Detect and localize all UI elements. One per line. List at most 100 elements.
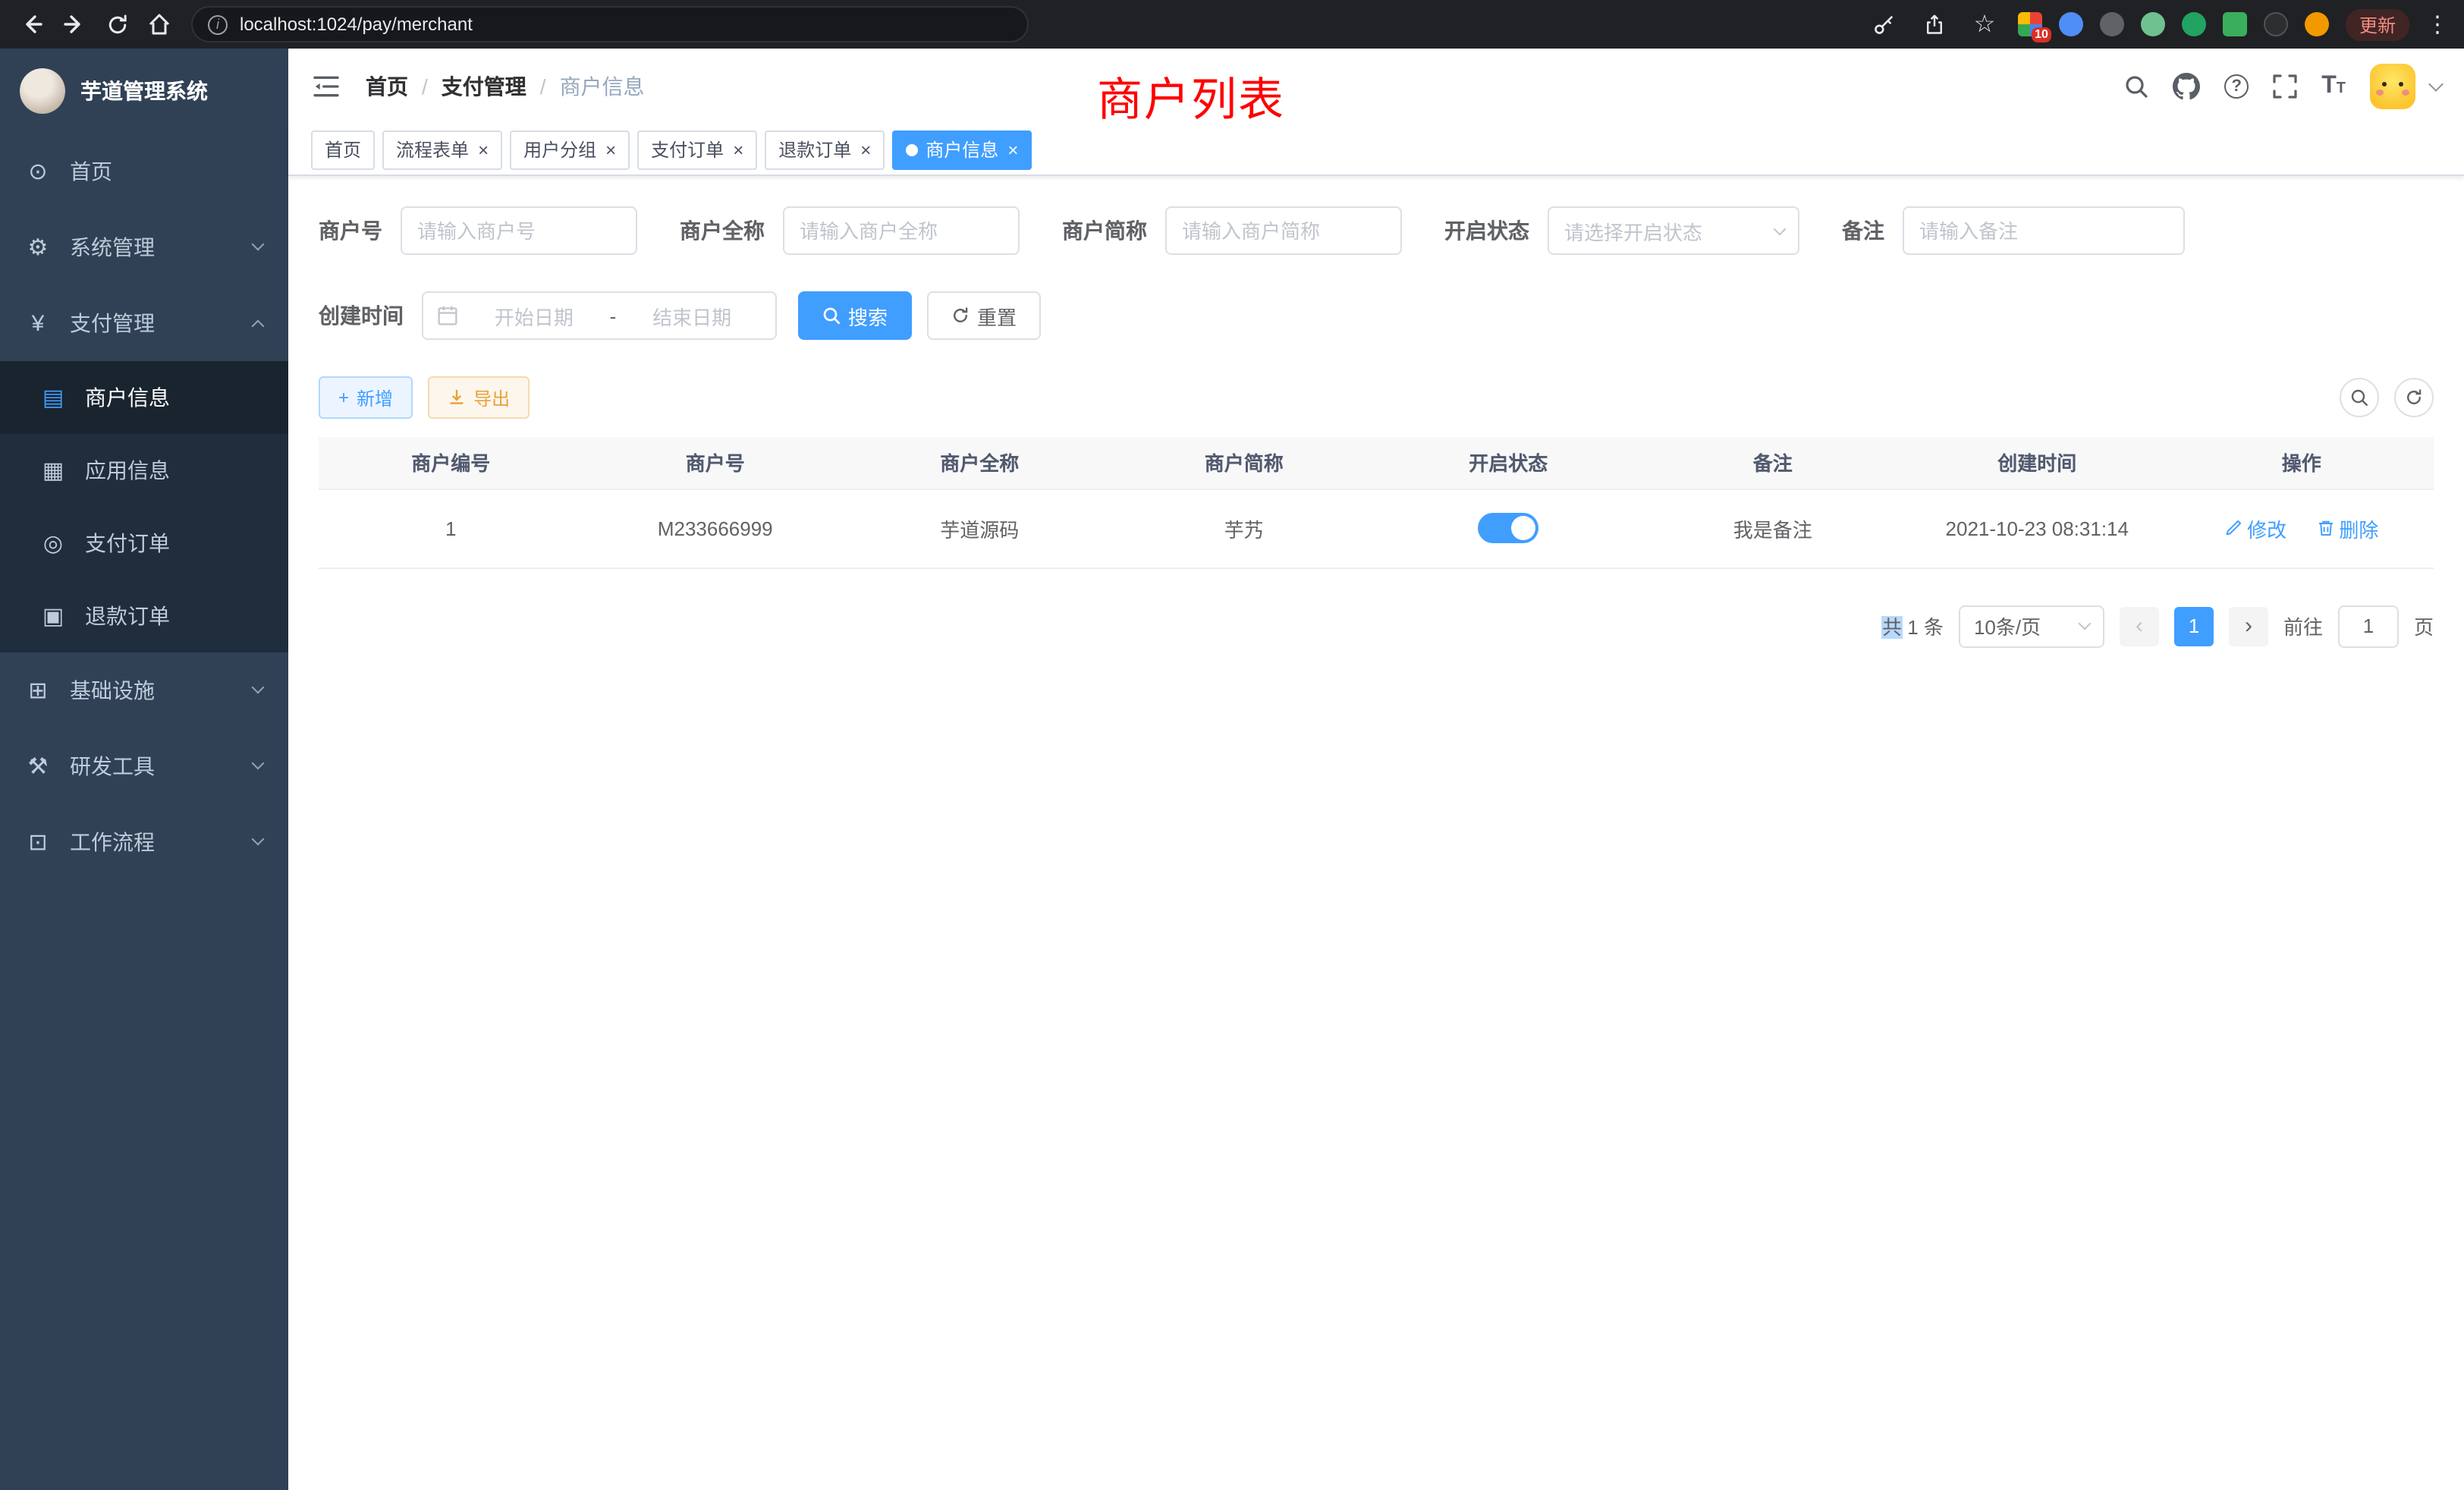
tab-user-group[interactable]: 用户分组 × [510,130,630,169]
close-icon[interactable]: × [860,140,871,159]
bookmark-star-icon[interactable]: ☆ [1968,8,2001,41]
sidebar-item-home[interactable]: ⊙ 首页 [0,134,288,209]
sidebar-item-merchant-info[interactable]: ▤ 商户信息 [0,361,288,434]
target-icon: ◎ [39,530,67,557]
app-logo[interactable]: 芋道管理系统 [0,49,288,134]
document-icon: ▣ [39,602,67,630]
github-icon[interactable] [2173,73,2200,100]
font-size-small-glyph: T [2337,80,2346,97]
avatar-dropdown-caret-icon[interactable] [2428,76,2444,91]
close-icon[interactable]: × [1007,140,1018,159]
back-icon[interactable] [15,8,49,41]
date-separator: - [610,304,617,327]
extension-icon-grid[interactable]: 10 [2018,12,2042,36]
status-toggle[interactable] [1478,513,1538,543]
tab-pay-orders[interactable]: 支付订单 × [637,130,757,169]
sidebar-item-label: 首页 [70,156,112,187]
merchant-no-input[interactable] [401,206,637,255]
yen-icon: ¥ [24,310,52,336]
close-icon[interactable]: × [733,140,743,159]
top-navbar: 首页 / 支付管理 / 商户信息 商户列表 ? [288,49,2464,124]
breadcrumb-home[interactable]: 首页 [366,71,408,102]
extension-icon-avatar-orange[interactable] [2305,12,2329,36]
add-button[interactable]: + 新增 [319,376,413,419]
share-icon[interactable] [1918,8,1951,41]
search-icon[interactable] [2124,74,2148,99]
goto-label: 前往 [2283,611,2323,640]
chrome-actions: ☆ 10 更新 ⋮ [1868,8,2449,41]
avatar-cheek [2376,90,2384,96]
refresh-icon[interactable] [2394,378,2434,417]
sidebar-item-system[interactable]: ⚙ 系统管理 [0,209,288,285]
status-select[interactable]: 请选择开启状态 [1548,206,1799,255]
reset-button[interactable]: 重置 [927,291,1041,340]
forward-icon[interactable] [58,8,91,41]
tools-icon: ⚒ [24,753,52,780]
extension-icon-check[interactable] [2182,12,2206,36]
prev-page-button[interactable]: ‹ [2120,606,2159,646]
chevron-down-icon [1774,222,1787,235]
search-button[interactable]: 搜索 [798,291,912,340]
short-name-input[interactable] [1165,206,1402,255]
extension-icon-pinwheel[interactable] [2264,12,2288,36]
browser-window: i localhost:1024/pay/merchant ☆ 10 更新 ⋮ [0,0,2464,1490]
active-tab-dot [906,143,918,156]
help-icon[interactable]: ? [2224,74,2249,99]
tab-home[interactable]: 首页 [311,130,375,169]
breadcrumb-payment[interactable]: 支付管理 [442,71,526,102]
tags-view-bar: 首页 流程表单 × 用户分组 × 支付订单 × 退款订单 × [288,124,2464,176]
fullscreen-icon[interactable] [2273,74,2297,99]
extension-icon-avatar-green[interactable] [2141,12,2165,36]
sidebar-item-workflow[interactable]: ⊡ 工作流程 [0,804,288,880]
sidebar-item-pay-orders[interactable]: ◎ 支付订单 [0,507,288,580]
browser-menu-icon[interactable]: ⋮ [2426,11,2449,38]
reload-icon[interactable] [100,8,134,41]
site-info-icon[interactable]: i [208,14,228,34]
col-short-name: 商户简称 [1112,437,1377,489]
col-actions: 操作 [2170,437,2434,489]
full-name-input[interactable] [783,206,1020,255]
sidebar-item-devtools[interactable]: ⚒ 研发工具 [0,728,288,804]
extension-icon-dark[interactable] [2100,12,2124,36]
edit-link[interactable]: 修改 [2224,514,2286,542]
extension-icon-notes[interactable] [2223,12,2247,36]
close-icon[interactable]: × [478,140,489,159]
tab-process-form[interactable]: 流程表单 × [382,130,502,169]
briefcase-icon: ⊡ [24,828,52,856]
page-number-button[interactable]: 1 [2174,606,2214,646]
filter-status: 开启状态 请选择开启状态 [1444,206,1799,255]
pagination: 共 1 条 10条/页 ‹ 1 › 前往 页 [319,605,2434,647]
font-size-icon[interactable]: TT [2321,73,2346,100]
filter-label: 开启状态 [1444,215,1529,246]
select-placeholder: 请选择开启状态 [1564,216,1702,245]
toggle-search-icon[interactable] [2340,378,2379,417]
sidebar-item-payment[interactable]: ¥ 支付管理 [0,285,288,361]
browser-update-button[interactable]: 更新 [2346,8,2409,40]
goto-page-input[interactable] [2338,605,2399,647]
delete-link[interactable]: 删除 [2316,514,2378,542]
page-size-select[interactable]: 10条/页 [1959,605,2104,647]
cell-status [1376,489,1641,567]
extension-icon-drop[interactable] [2059,12,2083,36]
date-range-picker[interactable]: 开始日期 - 结束日期 [422,291,777,340]
col-remark: 备注 [1641,437,1906,489]
sidebar-item-refund-orders[interactable]: ▣ 退款订单 [0,580,288,652]
password-key-icon[interactable] [1868,8,1901,41]
home-icon[interactable] [143,8,176,41]
hamburger-icon[interactable] [311,71,341,102]
filter-label: 商户号 [319,215,382,246]
navbar-actions: ? TT [2124,64,2441,109]
app-shell: 芋道管理系统 ⊙ 首页 ⚙ 系统管理 ¥ 支付管理 ▤ 商户信息 [0,49,2464,1490]
close-icon[interactable]: × [605,140,616,159]
sidebar-item-infra[interactable]: ⊞ 基础设施 [0,652,288,728]
tab-merchant-info[interactable]: 商户信息 × [892,130,1032,169]
next-page-button[interactable]: › [2229,606,2268,646]
user-avatar[interactable] [2370,64,2415,109]
tab-refund-orders[interactable]: 退款订单 × [765,130,885,169]
sidebar-item-app-info[interactable]: ▦ 应用信息 [0,434,288,507]
monitor-icon: ⊞ [24,677,52,704]
address-bar[interactable]: i localhost:1024/pay/merchant [191,6,1029,42]
remark-input[interactable] [1903,206,2185,255]
export-button[interactable]: 导出 [428,376,530,419]
filter-create-time: 创建时间 开始日期 - 结束日期 [319,291,777,340]
